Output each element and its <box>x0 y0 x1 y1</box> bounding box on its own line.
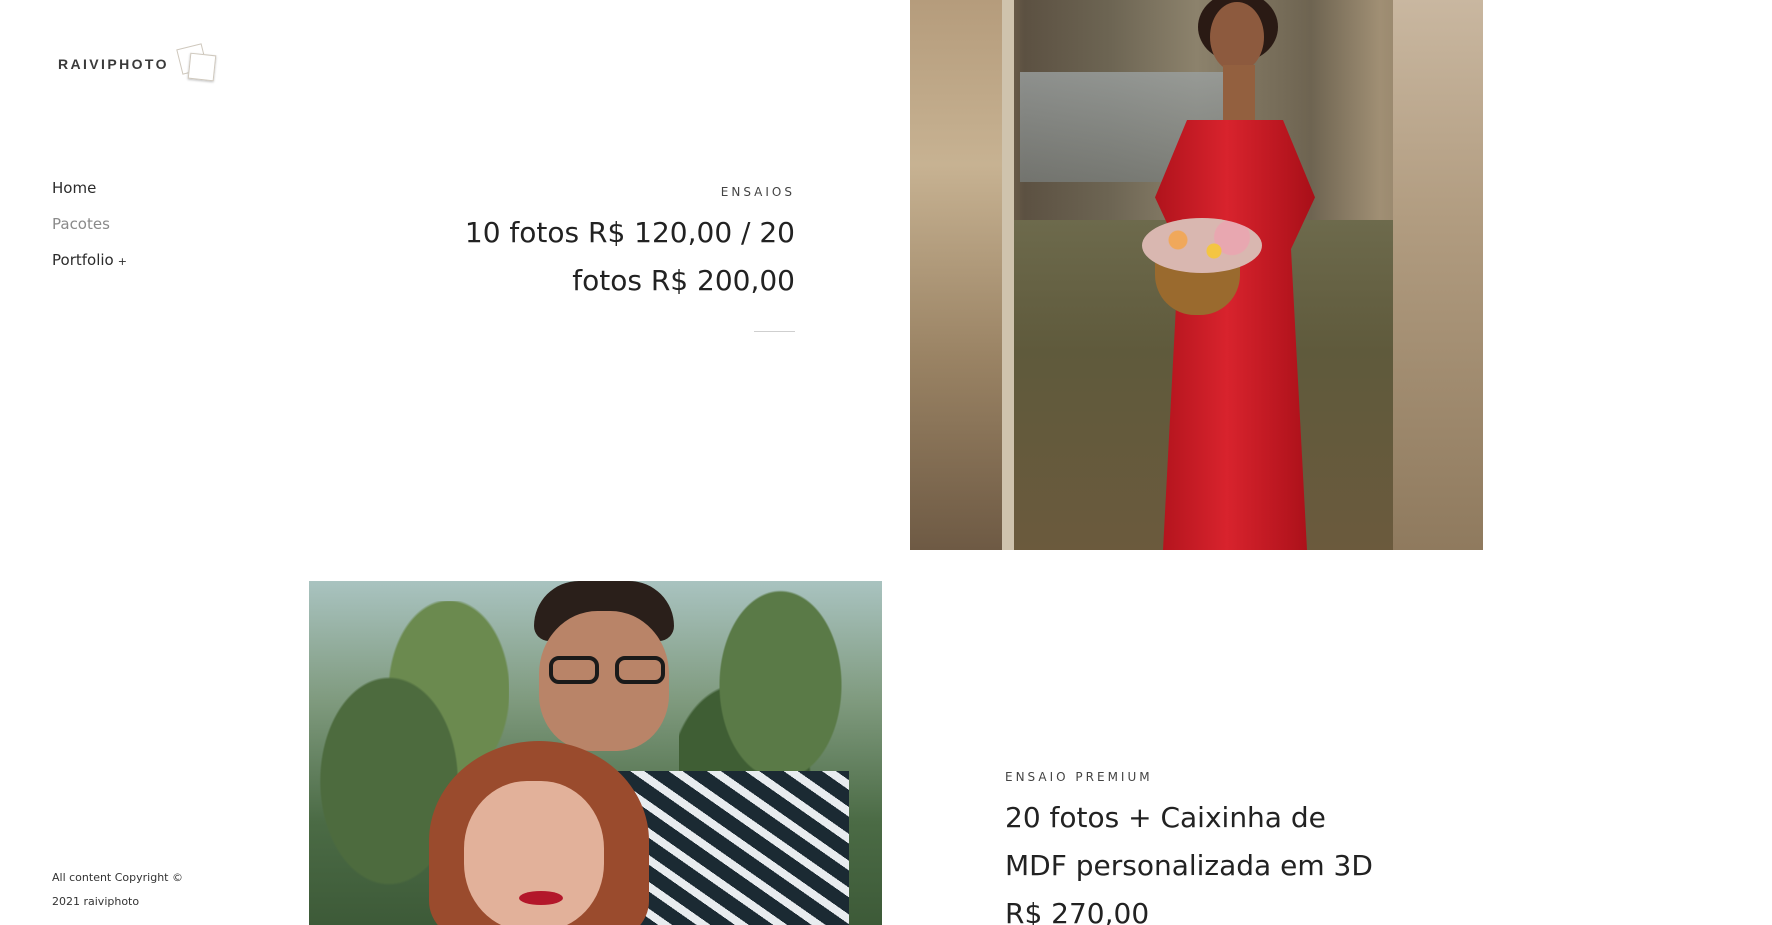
photo-woman-red-dress[interactable] <box>910 0 1483 550</box>
nav-item-pacotes[interactable]: Pacotes <box>52 206 127 242</box>
copyright-line-1: All content Copyright © <box>52 871 183 884</box>
package-category[interactable]: ENSAIO PREMIUM <box>1005 770 1445 784</box>
package-title-line-1: 10 fotos R$ 120,00 / 20 <box>464 216 795 249</box>
package-title[interactable]: 10 fotos R$ 120,00 / 20 fotos R$ 200,00 <box>400 209 795 305</box>
nav-item-portfolio-label: Portfolio <box>52 251 114 269</box>
package-title-line-2: fotos R$ 200,00 <box>572 264 795 297</box>
nav-item-pacotes-label: Pacotes <box>52 215 110 233</box>
page: RAIVIPHOTO Home Pacotes Portfolio + All c… <box>0 0 1772 925</box>
package-ensaios: ENSAIOS 10 fotos R$ 120,00 / 20 fotos R$… <box>400 185 795 305</box>
polaroid-stack-icon <box>176 43 217 84</box>
copyright: All content Copyright © 2021 raiviphoto <box>52 866 212 914</box>
package-title-line-1: 20 fotos + Caixinha de <box>1005 801 1326 834</box>
package-ensaio-premium: ENSAIO PREMIUM 20 fotos + Caixinha de MD… <box>1005 770 1445 925</box>
divider <box>754 331 795 332</box>
brand-name: RAIVIPHOTO <box>58 56 169 72</box>
photo-couple[interactable] <box>309 581 882 925</box>
main-nav: Home Pacotes Portfolio + <box>52 170 127 280</box>
nav-item-portfolio[interactable]: Portfolio + <box>52 242 127 280</box>
site-logo[interactable]: RAIVIPHOTO <box>58 43 217 84</box>
expand-plus-icon[interactable]: + <box>118 255 127 268</box>
package-category[interactable]: ENSAIOS <box>400 185 795 199</box>
nav-item-home[interactable]: Home <box>52 170 127 206</box>
sidebar: RAIVIPHOTO Home Pacotes Portfolio + All c… <box>0 0 270 925</box>
nav-item-home-label: Home <box>52 179 97 197</box>
copyright-line-2: 2021 raiviphoto <box>52 895 140 908</box>
package-title[interactable]: 20 fotos + Caixinha de MDF personalizada… <box>1005 794 1445 925</box>
package-title-line-3: R$ 270,00 <box>1005 897 1150 925</box>
package-title-line-2: MDF personalizada em 3D <box>1005 849 1373 882</box>
